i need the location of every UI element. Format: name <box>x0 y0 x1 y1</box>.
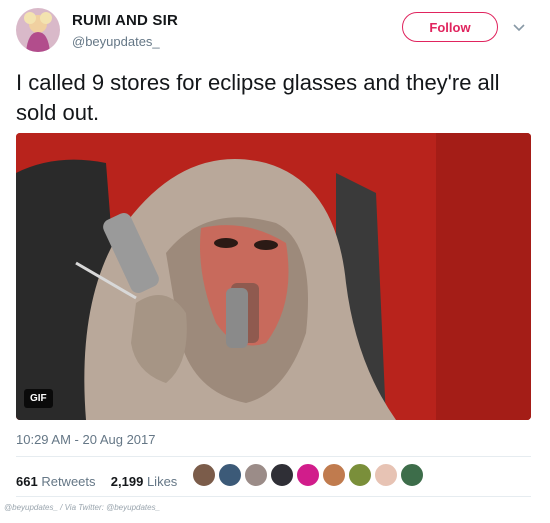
tweet-header: RUMI AND SIR @beyupdates_ Follow <box>16 8 536 58</box>
gif-badge: GIF <box>24 389 53 408</box>
image-credit: @beyupdates_ / Via Twitter: @beyupdates_ <box>4 503 161 512</box>
liker-avatar[interactable] <box>244 463 268 487</box>
divider <box>16 456 531 457</box>
liker-avatar[interactable] <box>192 463 216 487</box>
liker-avatar[interactable] <box>348 463 372 487</box>
liker-avatar[interactable] <box>374 463 398 487</box>
tweet-text: I called 9 stores for eclipse glasses an… <box>16 70 500 125</box>
display-name[interactable]: RUMI AND SIR <box>72 12 178 29</box>
user-handle[interactable]: @beyupdates_ <box>72 34 160 49</box>
tweet-media-gif[interactable]: GIF <box>16 133 531 420</box>
liker-avatar[interactable] <box>322 463 346 487</box>
liker-avatar[interactable] <box>296 463 320 487</box>
retweets-label[interactable]: Retweets <box>41 474 95 489</box>
chevron-down-icon[interactable] <box>510 18 528 36</box>
likes-label[interactable]: Likes <box>147 474 177 489</box>
likes-count[interactable]: 2,199 <box>111 474 144 489</box>
engagement-stats: 661 Retweets 2,199 Likes <box>16 474 177 489</box>
liker-avatar[interactable] <box>400 463 424 487</box>
retweets-count[interactable]: 661 <box>16 474 38 489</box>
liker-avatar[interactable] <box>270 463 294 487</box>
liker-avatar[interactable] <box>218 463 242 487</box>
tweet-timestamp[interactable]: 10:29 AM - 20 Aug 2017 <box>16 432 156 447</box>
avatar[interactable] <box>16 8 60 52</box>
follow-button[interactable]: Follow <box>402 12 498 42</box>
divider <box>16 496 531 497</box>
